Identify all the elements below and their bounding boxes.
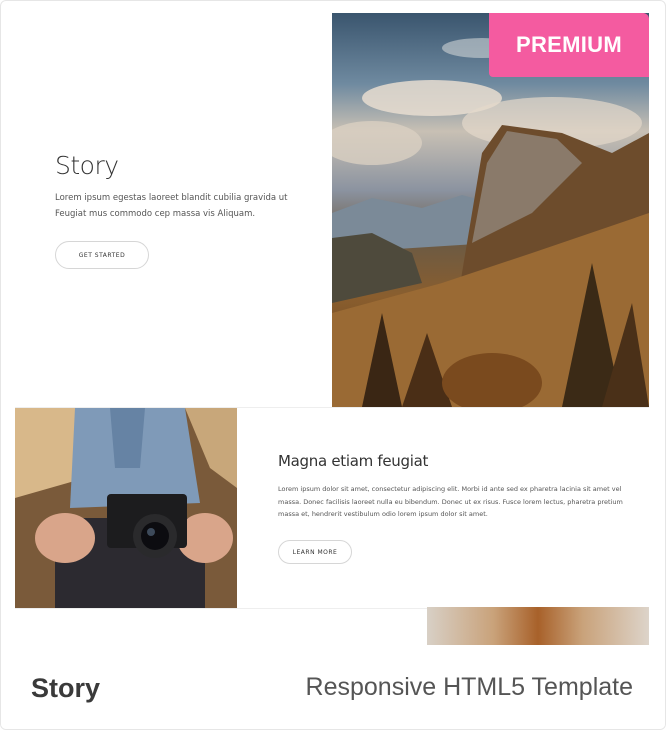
template-card[interactable]: Story Lorem ipsum egestas laoreet blandi… xyxy=(0,0,666,730)
template-preview[interactable]: Story Lorem ipsum egestas laoreet blandi… xyxy=(15,13,649,645)
camera-photo xyxy=(15,408,237,608)
card-footer: Story Responsive HTML5 Template xyxy=(1,649,665,729)
feature-body: Lorem ipsum dolor sit amet, consectetur … xyxy=(278,485,623,518)
hero-body: Lorem ipsum egestas laoreet blandit cubi… xyxy=(55,193,288,219)
learn-more-button[interactable]: LEARN MORE xyxy=(278,540,352,564)
template-description: Responsive HTML5 Template xyxy=(305,673,633,701)
get-started-button[interactable]: GET STARTED xyxy=(55,241,149,269)
hero-title: Story xyxy=(55,151,119,180)
feature-title: Magna etiam feugiat xyxy=(278,452,429,470)
hero-text-block: Story Lorem ipsum egestas laoreet blandi… xyxy=(55,151,295,222)
fox-image-peek xyxy=(427,607,649,645)
feature-section: Magna etiam feugiat Lorem ipsum dolor si… xyxy=(15,407,649,609)
template-name[interactable]: Story xyxy=(31,673,100,704)
premium-badge: PREMIUM xyxy=(489,13,649,77)
